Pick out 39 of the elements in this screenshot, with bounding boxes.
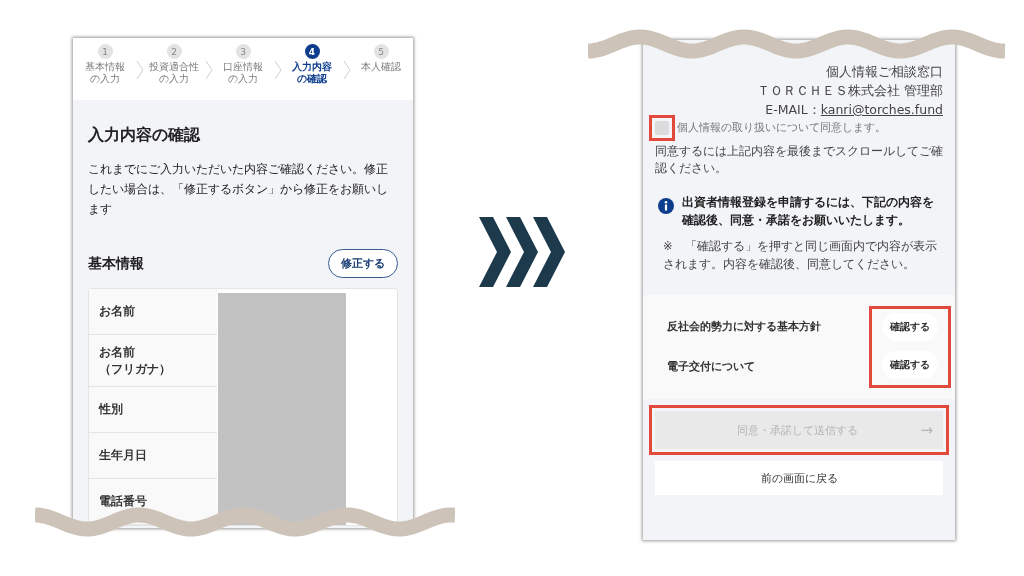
step-label: 入力内容 の確認 bbox=[292, 61, 332, 85]
step-label: 基本情報 の入力 bbox=[85, 61, 125, 85]
intro-text: これまでにご入力いただいた内容ご確認ください。修正したい場合は、「修正するボタン」から修正をお願いします bbox=[88, 161, 389, 218]
contact-line: 個人情報ご相談窓口 bbox=[825, 63, 943, 81]
document-title: 反社会的勢力に対する基本方針 bbox=[667, 319, 821, 335]
step-number: 1 bbox=[97, 44, 113, 59]
chevron-icon bbox=[135, 60, 144, 80]
step-label: 投資適合性 の入力 bbox=[149, 61, 199, 85]
triple-chevron-icon bbox=[479, 217, 565, 287]
field-label: お名前 bbox=[99, 303, 135, 320]
consent-label: 個人情報の取り扱いについて同意します。 bbox=[677, 120, 886, 135]
email-label: E-MAIL： bbox=[765, 102, 821, 117]
document-title: 電子交付について bbox=[667, 359, 756, 375]
field-label: 電話番号 bbox=[99, 493, 147, 510]
page-title: 入力内容の確認 bbox=[88, 125, 201, 146]
edit-button[interactable]: 修正する bbox=[328, 249, 398, 278]
chevron-icon bbox=[273, 60, 282, 80]
info-icon bbox=[658, 198, 674, 214]
consent-note: 同意するには上記内容を最後までスクロールしてご確認ください。 bbox=[655, 143, 943, 177]
field-label: 生年月日 bbox=[99, 447, 147, 464]
step-label: 本人確認 bbox=[361, 61, 401, 73]
step-number: 4 bbox=[304, 44, 320, 59]
confirm-button[interactable]: 確認する bbox=[882, 313, 938, 341]
confirm-button[interactable]: 確認する bbox=[882, 351, 938, 379]
notice-note: ※ 「確認する」を押すと同じ画面内で内容が表示されます。内容を確認後、同意してください。 bbox=[663, 238, 938, 273]
field-label: 性別 bbox=[99, 401, 123, 418]
back-button[interactable]: 前の画面に戻る bbox=[655, 461, 943, 495]
section-heading: 基本情報 bbox=[88, 254, 144, 273]
step-label: 口座情報 の入力 bbox=[223, 61, 263, 85]
consent-checkbox[interactable] bbox=[655, 120, 669, 135]
step-number: 2 bbox=[166, 44, 182, 59]
chevron-icon bbox=[204, 60, 213, 80]
email-link[interactable]: kanri@torches.fund bbox=[820, 102, 943, 117]
chevron-icon bbox=[342, 60, 351, 80]
field-label: お名前 （フリガナ） bbox=[99, 343, 171, 378]
notice-text: 出資者情報登録を申請するには、下記の内容を確認後、同意・承諾をお願いいたします。 bbox=[682, 194, 935, 229]
contact-line: ＴＯＲＣＨＥＳ株式会社 管理部 bbox=[756, 82, 943, 100]
step-number: 5 bbox=[373, 44, 389, 59]
step-number: 3 bbox=[235, 44, 251, 59]
